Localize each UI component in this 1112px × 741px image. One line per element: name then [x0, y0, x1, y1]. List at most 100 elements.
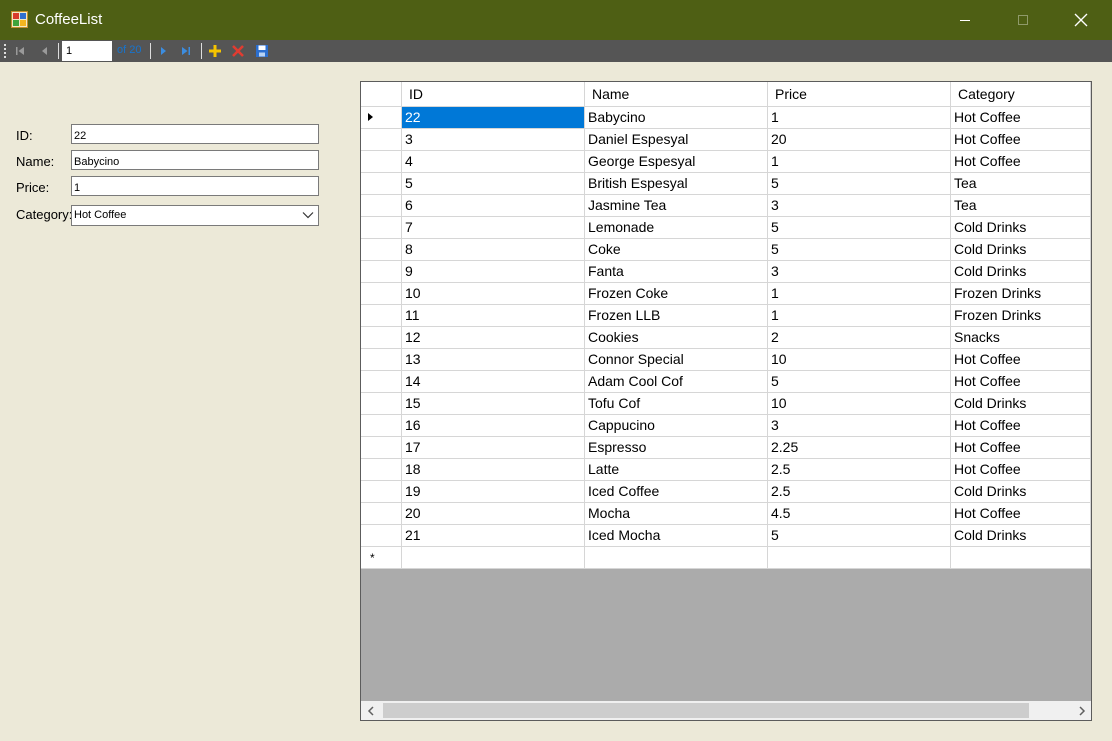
table-row[interactable]: 19 Iced Coffee 2.5 Cold Drinks [361, 481, 1091, 503]
cell-id[interactable]: 16 [402, 415, 585, 437]
cell-name[interactable]: Adam Cool Cof [585, 371, 768, 393]
cell-name[interactable]: Fanta [585, 261, 768, 283]
table-row[interactable]: 17 Espresso 2.25 Hot Coffee [361, 437, 1091, 459]
column-header-price[interactable]: Price [768, 82, 951, 107]
new-row[interactable]: * [361, 547, 1091, 569]
cell-price[interactable]: 5 [768, 525, 951, 547]
cell-id[interactable]: 18 [402, 459, 585, 481]
row-header-cell[interactable] [361, 437, 402, 459]
new-row-cell-price[interactable] [768, 547, 951, 569]
cell-category[interactable]: Frozen Drinks [951, 283, 1091, 305]
row-header-cell[interactable] [361, 525, 402, 547]
table-row[interactable]: 12 Cookies 2 Snacks [361, 327, 1091, 349]
move-first-button[interactable] [11, 42, 29, 60]
cell-name[interactable]: British Espesyal [585, 173, 768, 195]
row-header-cell[interactable] [361, 415, 402, 437]
row-header-cell[interactable] [361, 107, 402, 129]
row-header-cell[interactable] [361, 239, 402, 261]
cell-id[interactable]: 8 [402, 239, 585, 261]
row-header-cell[interactable] [361, 283, 402, 305]
cell-price[interactable]: 2.5 [768, 459, 951, 481]
row-header-cell[interactable] [361, 195, 402, 217]
cell-price[interactable]: 4.5 [768, 503, 951, 525]
scrollbar-thumb[interactable] [383, 703, 1029, 718]
cell-id[interactable]: 17 [402, 437, 585, 459]
cell-name[interactable]: Mocha [585, 503, 768, 525]
id-field[interactable] [71, 124, 319, 144]
cell-name[interactable]: Coke [585, 239, 768, 261]
cell-category[interactable]: Hot Coffee [951, 503, 1091, 525]
cell-id[interactable]: 7 [402, 217, 585, 239]
cell-category[interactable]: Cold Drinks [951, 217, 1091, 239]
new-row-cell-name[interactable] [585, 547, 768, 569]
row-header-cell[interactable] [361, 305, 402, 327]
position-input[interactable] [62, 41, 112, 61]
cell-name[interactable]: Iced Coffee [585, 481, 768, 503]
row-header-cell[interactable] [361, 371, 402, 393]
cell-name[interactable]: Iced Mocha [585, 525, 768, 547]
cell-name[interactable]: Espresso [585, 437, 768, 459]
row-header-cell[interactable] [361, 349, 402, 371]
cell-price[interactable]: 1 [768, 151, 951, 173]
cell-category[interactable]: Hot Coffee [951, 129, 1091, 151]
row-header-cell[interactable] [361, 151, 402, 173]
cell-category[interactable]: Cold Drinks [951, 261, 1091, 283]
table-row[interactable]: 14 Adam Cool Cof 5 Hot Coffee [361, 371, 1091, 393]
row-header-cell[interactable] [361, 503, 402, 525]
cell-name[interactable]: Jasmine Tea [585, 195, 768, 217]
move-last-button[interactable] [177, 42, 195, 60]
row-header-cell[interactable] [361, 393, 402, 415]
table-row[interactable]: 7 Lemonade 5 Cold Drinks [361, 217, 1091, 239]
cell-category[interactable]: Hot Coffee [951, 437, 1091, 459]
new-row-cell-category[interactable] [951, 547, 1091, 569]
move-previous-button[interactable] [35, 42, 53, 60]
column-header-category[interactable]: Category [951, 82, 1091, 107]
row-header-cell[interactable] [361, 217, 402, 239]
table-row[interactable]: 22 Babycino 1 Hot Coffee [361, 107, 1091, 129]
cell-price[interactable]: 5 [768, 217, 951, 239]
cell-price[interactable]: 3 [768, 261, 951, 283]
table-row[interactable]: 9 Fanta 3 Cold Drinks [361, 261, 1091, 283]
cell-category[interactable]: Hot Coffee [951, 151, 1091, 173]
row-header-cell[interactable] [361, 481, 402, 503]
cell-id[interactable]: 21 [402, 525, 585, 547]
cell-name[interactable]: Cookies [585, 327, 768, 349]
row-header-cell[interactable] [361, 129, 402, 151]
table-row[interactable]: 10 Frozen Coke 1 Frozen Drinks [361, 283, 1091, 305]
price-field[interactable] [71, 176, 319, 196]
cell-id[interactable]: 14 [402, 371, 585, 393]
cell-id[interactable]: 20 [402, 503, 585, 525]
add-new-button[interactable] [206, 42, 224, 60]
scroll-right-button[interactable] [1072, 701, 1091, 720]
cell-id[interactable]: 13 [402, 349, 585, 371]
row-header-cell[interactable] [361, 261, 402, 283]
cell-category[interactable]: Cold Drinks [951, 393, 1091, 415]
table-row[interactable]: 18 Latte 2.5 Hot Coffee [361, 459, 1091, 481]
name-field[interactable] [71, 150, 319, 170]
cell-category[interactable]: Tea [951, 173, 1091, 195]
data-grid[interactable]: ID Name Price Category 22 Babycino 1 Hot Co… [360, 81, 1092, 721]
cell-price[interactable]: 5 [768, 371, 951, 393]
cell-id[interactable]: 6 [402, 195, 585, 217]
cell-name[interactable]: Tofu Cof [585, 393, 768, 415]
cell-price[interactable]: 2.5 [768, 481, 951, 503]
cell-category[interactable]: Tea [951, 195, 1091, 217]
close-button[interactable] [1058, 0, 1104, 40]
category-combobox[interactable]: Hot Coffee [71, 205, 319, 226]
cell-category[interactable]: Hot Coffee [951, 415, 1091, 437]
row-header-cell[interactable]: * [361, 547, 402, 569]
cell-category[interactable]: Hot Coffee [951, 349, 1091, 371]
cell-category[interactable]: Frozen Drinks [951, 305, 1091, 327]
table-row[interactable]: 5 British Espesyal 5 Tea [361, 173, 1091, 195]
cell-category[interactable]: Cold Drinks [951, 525, 1091, 547]
table-row[interactable]: 6 Jasmine Tea 3 Tea [361, 195, 1091, 217]
cell-id[interactable]: 12 [402, 327, 585, 349]
cell-id[interactable]: 11 [402, 305, 585, 327]
row-header-cell[interactable] [361, 173, 402, 195]
table-row[interactable]: 11 Frozen LLB 1 Frozen Drinks [361, 305, 1091, 327]
scroll-left-button[interactable] [361, 701, 380, 720]
top-left-header-cell[interactable] [361, 82, 402, 107]
cell-id[interactable]: 5 [402, 173, 585, 195]
cell-category[interactable]: Hot Coffee [951, 371, 1091, 393]
cell-price[interactable]: 5 [768, 173, 951, 195]
